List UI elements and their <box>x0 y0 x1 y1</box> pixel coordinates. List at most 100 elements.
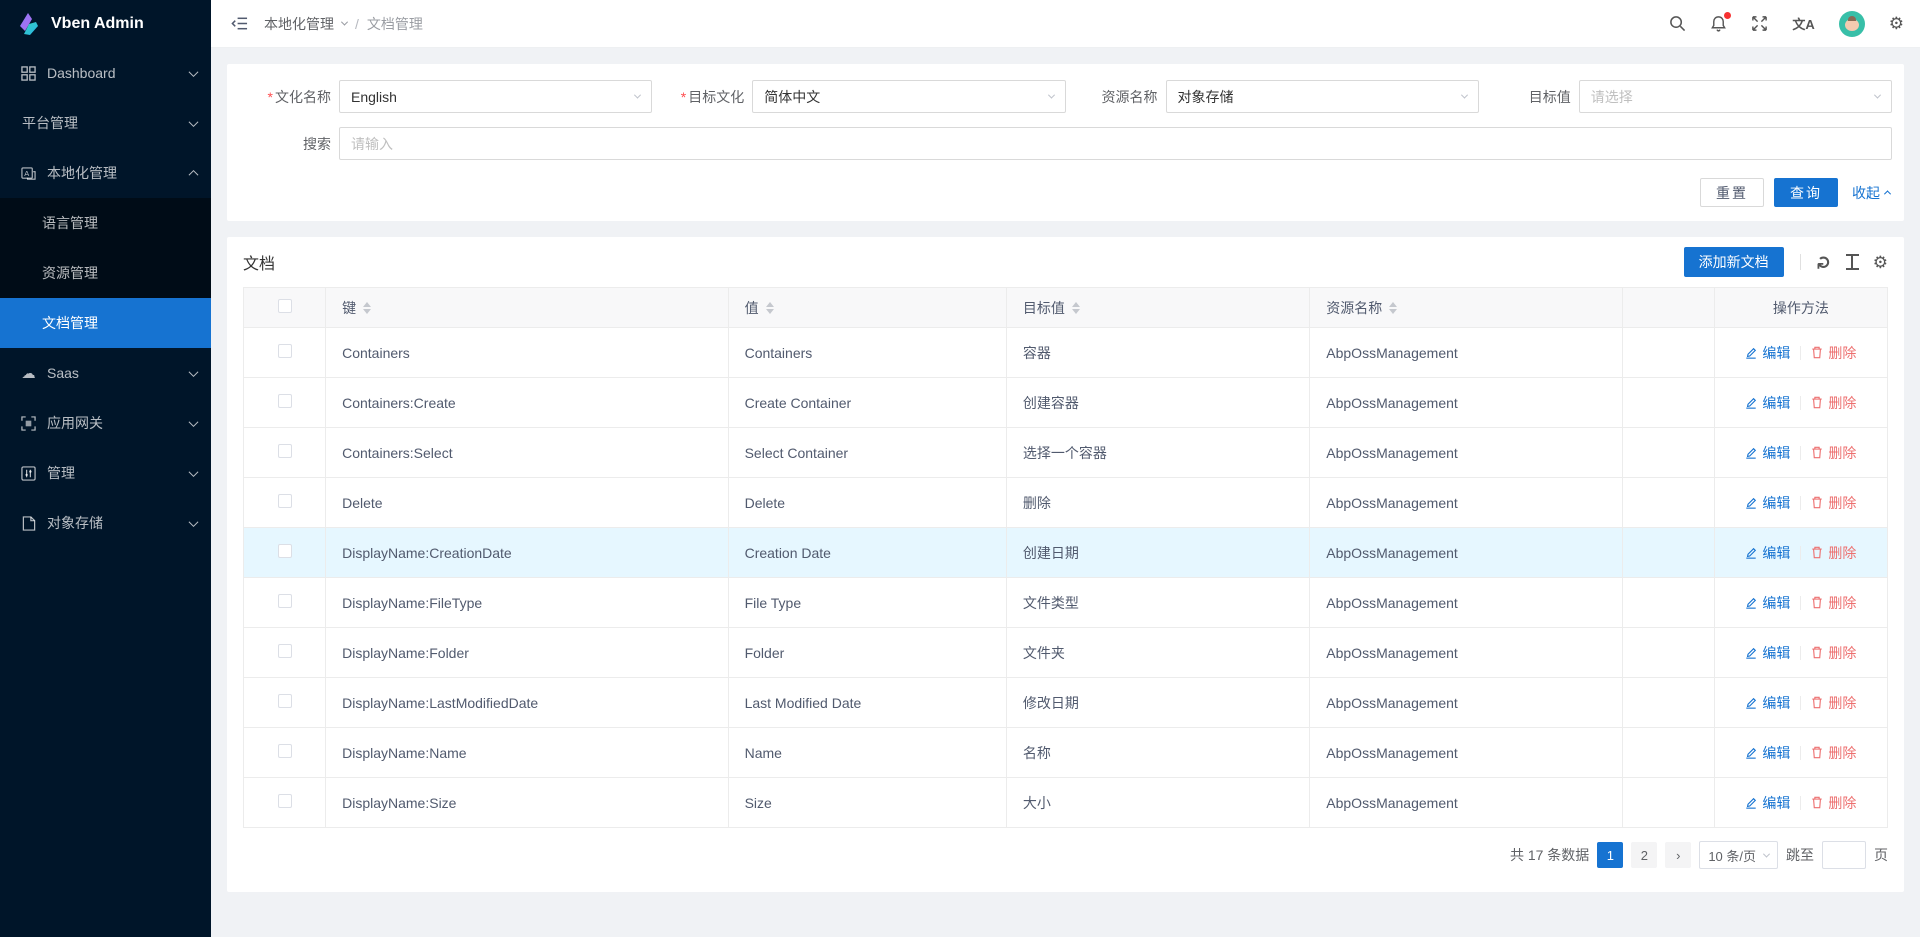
sidebar-item-language-mgmt[interactable]: 语言管理 <box>0 198 211 248</box>
value-cell: Creation Date <box>728 528 1006 578</box>
reset-button[interactable]: 重置 <box>1700 178 1764 207</box>
notification-bell-icon[interactable] <box>1710 15 1727 32</box>
target-value-select[interactable]: 请选择 <box>1579 80 1892 113</box>
sidebar-item-localization[interactable]: A 本地化管理 <box>0 148 211 198</box>
edit-button[interactable]: 编辑 <box>1745 493 1790 513</box>
translate-icon[interactable]: 文A <box>1792 14 1814 33</box>
edit-button[interactable]: 编辑 <box>1745 343 1790 363</box>
breadcrumb-parent[interactable]: 本地化管理 <box>264 14 334 34</box>
page-size-select[interactable]: 10 条/页 <box>1699 841 1778 869</box>
add-document-button[interactable]: 添加新文档 <box>1684 247 1784 277</box>
sidebar-item-saas[interactable]: ☁ Saas <box>0 348 211 398</box>
row-checkbox[interactable] <box>278 594 292 608</box>
refresh-icon[interactable]: ↻ <box>1814 254 1835 269</box>
row-checkbox[interactable] <box>278 644 292 658</box>
sidebar-item-resource-mgmt[interactable]: 资源管理 <box>0 248 211 298</box>
query-button[interactable]: 查询 <box>1774 178 1838 207</box>
target-value-field: 目标值 请选择 <box>1479 80 1892 113</box>
delete-button[interactable]: 删除 <box>1811 793 1856 813</box>
select-all-checkbox[interactable] <box>278 299 292 313</box>
sidebar-item-document-mgmt[interactable]: 文档管理 <box>0 298 211 348</box>
table-row[interactable]: DisplayName:FileType File Type 文件类型 AbpO… <box>244 578 1888 628</box>
resource-select[interactable]: 对象存储 <box>1166 80 1479 113</box>
select-all-header[interactable] <box>244 288 326 328</box>
column-header-resource[interactable]: 资源名称 <box>1310 288 1622 328</box>
delete-button[interactable]: 删除 <box>1811 393 1856 413</box>
row-checkbox[interactable] <box>278 744 292 758</box>
edit-button[interactable]: 编辑 <box>1745 693 1790 713</box>
delete-button[interactable]: 删除 <box>1811 743 1856 763</box>
edit-button[interactable]: 编辑 <box>1745 443 1790 463</box>
edit-button[interactable]: 编辑 <box>1745 593 1790 613</box>
column-header-value[interactable]: 值 <box>728 288 1006 328</box>
page-button-1[interactable]: 1 <box>1597 842 1623 868</box>
chevron-down-icon <box>189 117 199 127</box>
column-settings-gear-icon[interactable]: ⚙ <box>1873 254 1888 271</box>
row-checkbox[interactable] <box>278 344 292 358</box>
table-row[interactable]: Containers:Select Select Container 选择一个容… <box>244 428 1888 478</box>
user-avatar[interactable] <box>1839 11 1865 37</box>
column-header-key[interactable]: 键 <box>326 288 728 328</box>
search-input[interactable] <box>351 136 1880 152</box>
delete-button[interactable]: 删除 <box>1811 593 1856 613</box>
row-checkbox[interactable] <box>278 494 292 508</box>
table-row[interactable]: Containers:Create Create Container 创建容器 … <box>244 378 1888 428</box>
row-checkbox[interactable] <box>278 794 292 808</box>
edit-button[interactable]: 编辑 <box>1745 743 1790 763</box>
delete-button[interactable]: 删除 <box>1811 343 1856 363</box>
search-icon[interactable] <box>1669 15 1686 32</box>
fullscreen-icon[interactable] <box>1751 15 1768 32</box>
sidebar-item-gateway[interactable]: 应用网关 <box>0 398 211 448</box>
sidebar-item-oss[interactable]: 对象存储 <box>0 498 211 548</box>
collapse-link[interactable]: 收起 <box>1852 183 1890 203</box>
menu-fold-icon[interactable] <box>231 15 248 32</box>
table-row[interactable]: DisplayName:LastModifiedDate Last Modifi… <box>244 678 1888 728</box>
sort-icon[interactable] <box>766 302 774 314</box>
logo[interactable]: Vben Admin <box>0 0 211 48</box>
sort-icon[interactable] <box>1389 302 1397 314</box>
edit-button[interactable]: 编辑 <box>1745 793 1790 813</box>
row-checkbox[interactable] <box>278 444 292 458</box>
delete-button[interactable]: 删除 <box>1811 693 1856 713</box>
culture-select[interactable]: English <box>339 80 652 113</box>
key-cell: Containers:Create <box>326 378 728 428</box>
empty-cell <box>1622 678 1714 728</box>
sidebar-item-label: 对象存储 <box>47 513 190 533</box>
table-row[interactable]: DisplayName:Folder Folder 文件夹 AbpOssMana… <box>244 628 1888 678</box>
edit-button[interactable]: 编辑 <box>1745 393 1790 413</box>
document-table-card: 文档 添加新文档 ↻ ⚙ <box>227 237 1904 892</box>
table-row[interactable]: Containers Containers 容器 AbpOssManagemen… <box>244 328 1888 378</box>
sort-icon[interactable] <box>1072 302 1080 314</box>
resource-cell: AbpOssManagement <box>1310 728 1622 778</box>
empty-cell <box>1622 778 1714 828</box>
table-row[interactable]: DisplayName:Name Name 名称 AbpOssManagemen… <box>244 728 1888 778</box>
empty-cell <box>1622 428 1714 478</box>
delete-button[interactable]: 删除 <box>1811 443 1856 463</box>
edit-button[interactable]: 编辑 <box>1745 543 1790 563</box>
chevron-down-icon <box>1874 92 1881 99</box>
table-row[interactable]: DisplayName:Size Size 大小 AbpOssManagemen… <box>244 778 1888 828</box>
row-checkbox[interactable] <box>278 694 292 708</box>
sort-icon[interactable] <box>363 302 371 314</box>
key-cell: DisplayName:Folder <box>326 628 728 678</box>
table-row[interactable]: Delete Delete 删除 AbpOssManagement 编辑 <box>244 478 1888 528</box>
delete-button[interactable]: 删除 <box>1811 543 1856 563</box>
sidebar-item-management[interactable]: 管理 <box>0 448 211 498</box>
column-header-target[interactable]: 目标值 <box>1006 288 1309 328</box>
page-content: *文化名称 English *目标文化 简体中文 <box>211 48 1920 937</box>
settings-gear-icon[interactable]: ⚙ <box>1889 15 1904 32</box>
row-checkbox[interactable] <box>278 544 292 558</box>
next-page-button[interactable]: › <box>1665 842 1691 868</box>
page-button-2[interactable]: 2 <box>1631 842 1657 868</box>
edit-button[interactable]: 编辑 <box>1745 643 1790 663</box>
sidebar-item-platform[interactable]: 平台管理 <box>0 98 211 148</box>
table-row[interactable]: DisplayName:CreationDate Creation Date 创… <box>244 528 1888 578</box>
sidebar-item-dashboard[interactable]: Dashboard <box>0 48 211 98</box>
row-checkbox[interactable] <box>278 394 292 408</box>
jump-page-input[interactable] <box>1822 841 1866 869</box>
target-culture-select[interactable]: 简体中文 <box>752 80 1065 113</box>
delete-button[interactable]: 删除 <box>1811 643 1856 663</box>
header-bar: 本地化管理 / 文档管理 <box>211 0 1920 48</box>
row-height-icon[interactable] <box>1846 254 1859 270</box>
delete-button[interactable]: 删除 <box>1811 493 1856 513</box>
